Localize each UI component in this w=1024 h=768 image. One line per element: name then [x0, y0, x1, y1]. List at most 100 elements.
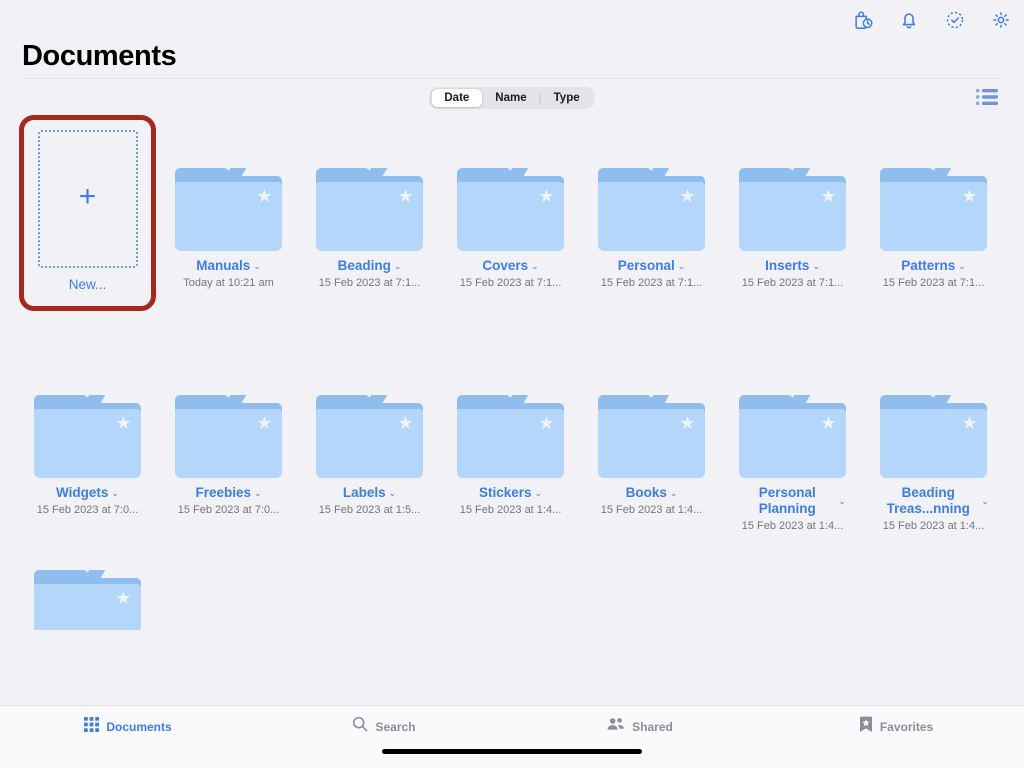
favorite-star-icon: ★ — [820, 186, 837, 206]
tab-label: Favorites — [879, 719, 934, 734]
folder-item[interactable]: ★ Inserts ⌄ 15 Feb 2023 at 7:1... — [722, 116, 863, 289]
bottom-tab-bar: Documents Search Shared Favorites — [0, 705, 1024, 768]
folder-icon[interactable]: ★ — [739, 168, 846, 251]
sort-option-type[interactable]: Type — [541, 89, 593, 107]
folder-name-row[interactable]: Widgets ⌄ — [54, 485, 121, 501]
list-view-icon[interactable] — [976, 88, 998, 106]
folder-name-row[interactable]: Personal Planning ⌄ — [737, 485, 848, 517]
folder-icon[interactable]: ★ — [316, 168, 423, 251]
folder-icon[interactable]: ★ — [34, 395, 141, 478]
chevron-down-icon[interactable]: ⌄ — [958, 261, 966, 271]
folder-name-row[interactable]: Beading Treas...nning ⌄ — [876, 485, 991, 517]
chevron-down-icon[interactable]: ⌄ — [535, 488, 543, 498]
folder-name-row[interactable]: Labels ⌄ — [341, 485, 398, 501]
folder-icon[interactable]: ★ — [175, 395, 282, 478]
grid-row: ★ Widgets ⌄ 15 Feb 2023 at 7:0... ★ Free… — [0, 343, 1024, 570]
folder-icon[interactable]: ★ — [34, 570, 141, 630]
chevron-down-icon[interactable]: ⌄ — [254, 488, 262, 498]
folder-date: 15 Feb 2023 at 7:1... — [882, 277, 985, 289]
chevron-down-icon[interactable]: ⌄ — [531, 261, 539, 271]
recents-bag-clock-icon[interactable] — [852, 9, 874, 31]
folder-name-row[interactable]: Personal ⌄ — [616, 258, 688, 274]
sort-option-date[interactable]: Date — [431, 89, 483, 107]
folder-date: 15 Feb 2023 at 7:1... — [318, 277, 421, 289]
folder-name: Personal — [617, 258, 675, 273]
folder-date: 15 Feb 2023 at 1:4... — [459, 504, 562, 516]
favorite-star-icon: ★ — [961, 413, 978, 433]
favorite-star-icon: ★ — [538, 186, 555, 206]
tab-label: Documents — [106, 719, 172, 734]
notifications-bell-icon[interactable] — [898, 9, 920, 31]
folder-item[interactable]: ★ Manuals ⌄ Today at 10:21 am — [158, 116, 299, 289]
chevron-down-icon[interactable]: ⌄ — [981, 496, 989, 506]
folder-name-row[interactable]: Covers ⌄ — [480, 258, 540, 274]
folder-name-row[interactable]: Stickers ⌄ — [477, 485, 544, 501]
folder-icon[interactable]: ★ — [457, 395, 564, 478]
folder-name-row[interactable]: Freebies ⌄ — [193, 485, 263, 501]
folder-item[interactable]: ★ Patterns ⌄ 15 Feb 2023 at 7:1... — [863, 116, 1004, 289]
folder-icon[interactable]: ★ — [739, 395, 846, 478]
new-document-tile[interactable]: + New... — [17, 116, 158, 292]
chevron-down-icon[interactable]: ⌄ — [678, 261, 686, 271]
sync-status-check-icon[interactable] — [944, 9, 966, 31]
tab-label: Search — [375, 719, 416, 734]
tab-favorites[interactable]: Favorites — [768, 706, 1024, 736]
folder-name-row[interactable]: Inserts ⌄ — [763, 258, 822, 274]
tab-search[interactable]: Search — [256, 706, 512, 736]
chevron-down-icon[interactable]: ⌄ — [394, 261, 402, 271]
folder-name: Patterns — [901, 258, 956, 273]
folder-item[interactable]: ★ Beading Treas...nning ⌄ 15 Feb 2023 at… — [863, 343, 1004, 532]
folder-icon[interactable]: ★ — [880, 168, 987, 251]
folder-name: Books — [625, 485, 667, 500]
folder-item[interactable]: ★ Stickers ⌄ 15 Feb 2023 at 1:4... — [440, 343, 581, 516]
folder-icon[interactable]: ★ — [880, 395, 987, 478]
favorite-star-icon: ★ — [961, 186, 978, 206]
favorite-star-icon: ★ — [256, 413, 273, 433]
chevron-down-icon[interactable]: ⌄ — [670, 488, 678, 498]
folder-icon[interactable]: ★ — [598, 168, 705, 251]
chevron-down-icon[interactable]: ⌄ — [253, 261, 261, 271]
folder-icon[interactable]: ★ — [175, 168, 282, 251]
settings-gear-icon[interactable] — [990, 9, 1012, 31]
folder-icon[interactable]: ★ — [316, 395, 423, 478]
chevron-down-icon[interactable]: ⌄ — [389, 488, 397, 498]
chevron-down-icon[interactable]: ⌄ — [838, 496, 846, 506]
sort-segmented-control[interactable]: Date Name Type — [429, 87, 595, 109]
folder-icon[interactable]: ★ — [598, 395, 705, 478]
header-icon-bar — [852, 9, 1012, 31]
folder-item[interactable]: ★ Freebies ⌄ 15 Feb 2023 at 7:0... — [158, 343, 299, 516]
search-icon — [352, 716, 368, 737]
folder-date: 15 Feb 2023 at 1:4... — [882, 520, 985, 532]
folder-date: 15 Feb 2023 at 7:1... — [741, 277, 844, 289]
folder-item[interactable]: ★ Widgets ⌄ 15 Feb 2023 at 7:0... — [17, 343, 158, 516]
tab-documents[interactable]: Documents — [0, 706, 256, 736]
chevron-down-icon[interactable]: ⌄ — [812, 261, 820, 271]
folder-date: 15 Feb 2023 at 7:0... — [177, 504, 280, 516]
folder-grid: + New... ★ Manuals ⌄ Today at 10:21 am ★… — [0, 115, 1024, 630]
folder-item[interactable]: ★ — [17, 570, 158, 630]
grid-row-partial: ★ — [0, 570, 1024, 630]
favorite-star-icon: ★ — [397, 413, 414, 433]
folder-item[interactable]: ★ Labels ⌄ 15 Feb 2023 at 1:5... — [299, 343, 440, 516]
folder-icon[interactable]: ★ — [457, 168, 564, 251]
chevron-down-icon[interactable]: ⌄ — [111, 488, 119, 498]
folder-item[interactable]: ★ Covers ⌄ 15 Feb 2023 at 7:1... — [440, 116, 581, 289]
folder-name-row[interactable]: Patterns ⌄ — [899, 258, 968, 274]
sort-option-name[interactable]: Name — [482, 89, 539, 107]
folder-item[interactable]: ★ Beading ⌄ 15 Feb 2023 at 7:1... — [299, 116, 440, 289]
folder-item[interactable]: ★ Personal Planning ⌄ 15 Feb 2023 at 1:4… — [722, 343, 863, 532]
favorite-star-icon: ★ — [115, 588, 132, 608]
folder-name-row[interactable]: Books ⌄ — [624, 485, 680, 501]
folder-date: 15 Feb 2023 at 1:4... — [600, 504, 703, 516]
new-tile-label: New... — [68, 277, 107, 292]
folder-date: 15 Feb 2023 at 7:1... — [600, 277, 703, 289]
folder-name-row[interactable]: Beading ⌄ — [336, 258, 404, 274]
folder-name-row[interactable]: Manuals ⌄ — [194, 258, 263, 274]
new-tile-dropzone[interactable]: + — [37, 130, 138, 268]
folder-item[interactable]: ★ Personal ⌄ 15 Feb 2023 at 7:1... — [581, 116, 722, 289]
folder-item[interactable]: ★ Books ⌄ 15 Feb 2023 at 1:4... — [581, 343, 722, 516]
folder-name: Manuals — [196, 258, 251, 273]
tab-shared[interactable]: Shared — [512, 706, 768, 736]
favorite-star-icon: ★ — [679, 186, 696, 206]
folder-name: Covers — [482, 258, 529, 273]
